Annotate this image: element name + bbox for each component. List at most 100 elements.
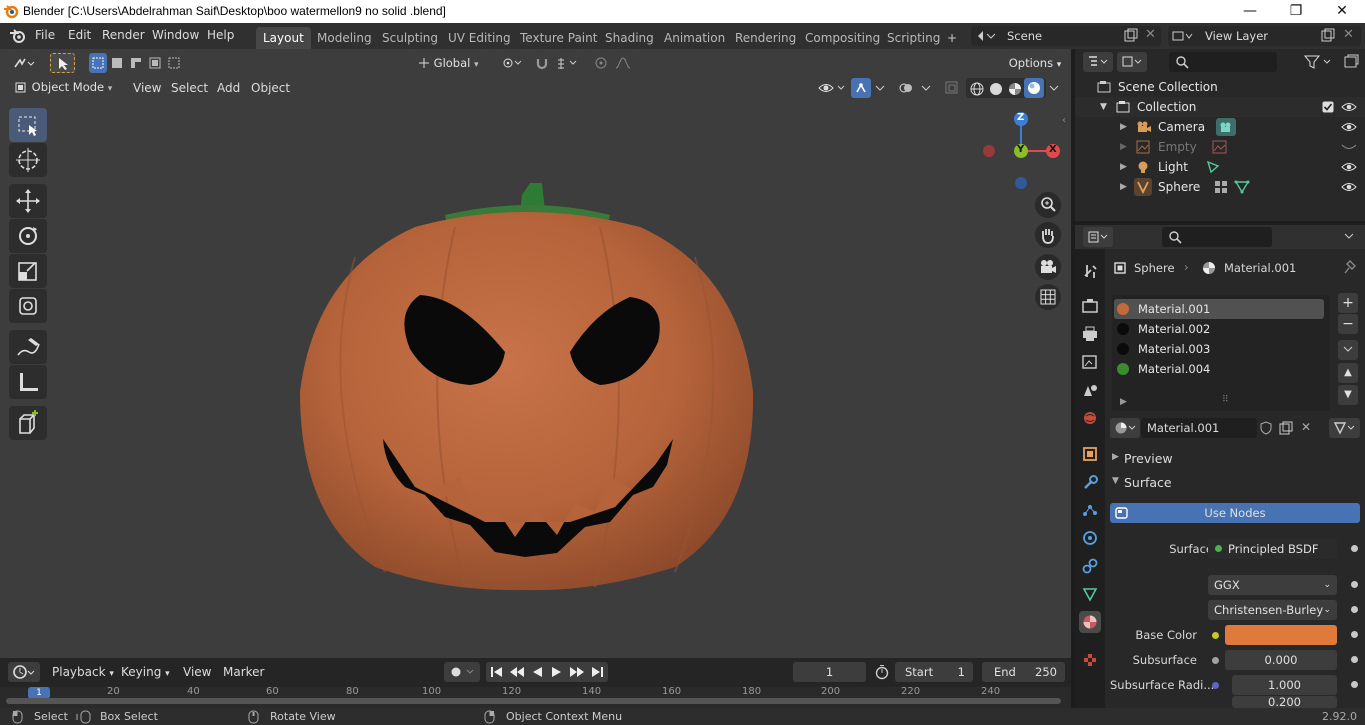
tool-measure[interactable]: [9, 365, 47, 399]
surface-panel-header[interactable]: ▼ Surface: [1106, 472, 1365, 494]
properties-editor-type-button[interactable]: [1083, 227, 1113, 247]
menu-render[interactable]: Render: [102, 28, 145, 42]
chevron-down-icon[interactable]: [920, 84, 932, 92]
blender-menu-icon[interactable]: [9, 28, 27, 44]
tab-modifiers[interactable]: [1079, 471, 1101, 493]
jump-keyframe-back-icon[interactable]: [509, 666, 525, 678]
expand-arrow-icon[interactable]: ▶: [1120, 157, 1127, 177]
display-mode-button[interactable]: [1117, 52, 1147, 72]
subsurface-method-dropdown[interactable]: Christensen-Burley ⌄: [1208, 600, 1337, 620]
remove-material-slot-button[interactable]: −: [1338, 314, 1358, 334]
stopwatch-icon[interactable]: [874, 664, 890, 680]
filter-icon[interactable]: [1303, 54, 1333, 70]
base-color-swatch[interactable]: [1225, 625, 1337, 645]
tab-tool[interactable]: [1079, 260, 1101, 282]
animate-property-icon[interactable]: [1351, 581, 1358, 588]
menu-help[interactable]: Help: [207, 28, 234, 42]
overlay-toggle-button[interactable]: [896, 78, 916, 98]
tab-modeling[interactable]: Modeling: [310, 27, 379, 49]
jump-start-icon[interactable]: [490, 666, 504, 678]
mode-subtract-button[interactable]: [127, 53, 145, 73]
subsurface-radius-y-field[interactable]: 0.200: [1232, 696, 1337, 708]
tab-compositing[interactable]: Compositing: [798, 27, 887, 49]
material-name-field[interactable]: Material.001: [1141, 418, 1257, 438]
mode-extend-button[interactable]: [108, 53, 126, 73]
sidebar-toggle-icon[interactable]: ‹: [1062, 115, 1071, 133]
snap-toggle-button[interactable]: [532, 53, 552, 73]
tool-select-box[interactable]: [9, 108, 47, 142]
checkbox-checked-icon[interactable]: [1322, 101, 1334, 113]
auto-keying-button[interactable]: [444, 662, 480, 682]
tool-rotate[interactable]: [9, 219, 47, 253]
subsurface-radius-x-field[interactable]: 1.000: [1232, 675, 1337, 695]
menu-edit[interactable]: Edit: [68, 28, 91, 42]
add-workspace-button[interactable]: +: [940, 27, 964, 49]
new-scene-icon[interactable]: [1124, 28, 1138, 42]
end-frame-field[interactable]: End 250: [982, 662, 1065, 682]
material-slot-item[interactable]: Material.001: [1116, 299, 1326, 319]
outliner-row-empty[interactable]: ▶ Empty: [1075, 137, 1365, 157]
pumpkin-model[interactable]: [295, 177, 760, 597]
snap-target-button[interactable]: [552, 53, 584, 73]
expand-arrow-icon[interactable]: ▼: [1100, 97, 1107, 117]
gizmo-toggle-button[interactable]: [851, 78, 871, 98]
tool-move[interactable]: [9, 184, 47, 218]
play-icon[interactable]: [550, 666, 564, 678]
tab-constraints[interactable]: [1079, 555, 1101, 577]
material-slot-item[interactable]: Material.002: [1116, 319, 1326, 339]
browse-material-button[interactable]: [1110, 418, 1140, 438]
play-reverse-icon[interactable]: [530, 666, 544, 678]
tab-rendering[interactable]: Rendering: [728, 27, 803, 49]
tool-transform[interactable]: [9, 289, 47, 323]
menu-window[interactable]: Window: [152, 28, 199, 42]
chevron-down-icon[interactable]: [1343, 232, 1355, 240]
jump-keyframe-forward-icon[interactable]: [569, 666, 585, 678]
timeline-scrollbar[interactable]: [6, 698, 1061, 704]
use-nodes-button[interactable]: Use Nodes: [1110, 503, 1360, 523]
duplicate-material-icon[interactable]: [1279, 421, 1293, 435]
start-frame-field[interactable]: Start 1: [895, 662, 973, 682]
menu-file[interactable]: File: [35, 28, 55, 42]
mode-intersect-button[interactable]: [165, 53, 183, 73]
fake-user-shield-icon[interactable]: [1259, 421, 1273, 435]
viewport-menu-select[interactable]: Select: [171, 81, 208, 103]
eye-icon[interactable]: [1341, 121, 1357, 133]
distribution-dropdown[interactable]: GGX ⌄: [1208, 575, 1337, 595]
chevron-down-icon[interactable]: [1048, 84, 1060, 92]
expand-arrow-icon[interactable]: ▶: [1120, 137, 1127, 157]
pivot-point-button[interactable]: [497, 53, 527, 73]
tool-cursor[interactable]: [9, 143, 47, 177]
animate-property-icon[interactable]: [1351, 545, 1358, 552]
expand-arrow-icon[interactable]: ▶: [1120, 397, 1127, 407]
add-material-slot-button[interactable]: +: [1338, 293, 1358, 313]
properties-search-input[interactable]: [1162, 227, 1272, 247]
editor-type-button[interactable]: [8, 53, 40, 73]
outliner-row-scene-collection[interactable]: Scene Collection: [1075, 77, 1365, 97]
material-specials-button[interactable]: [1338, 340, 1358, 360]
tab-world[interactable]: [1079, 407, 1101, 429]
tab-object-data[interactable]: [1079, 583, 1101, 605]
tab-shading[interactable]: Shading: [598, 27, 661, 49]
object-mode-dropdown[interactable]: Object Mode ▾: [8, 77, 120, 97]
pin-icon[interactable]: [1343, 260, 1357, 276]
tab-particles[interactable]: [1079, 499, 1101, 521]
move-slot-down-button[interactable]: ▼: [1338, 385, 1358, 405]
wireframe-shading-icon[interactable]: [969, 81, 985, 97]
options-dropdown[interactable]: Options ▾: [1005, 53, 1065, 73]
animate-property-icon[interactable]: [1351, 681, 1358, 688]
expand-arrow-icon[interactable]: ▶: [1120, 177, 1127, 197]
solid-shading-icon[interactable]: [988, 81, 1004, 97]
timeline-menu-playback[interactable]: Playback ▾: [52, 665, 114, 687]
eye-icon[interactable]: [1341, 181, 1357, 193]
resize-handle-icon[interactable]: ⠿: [1222, 395, 1229, 405]
material-slot-item[interactable]: Material.004: [1116, 359, 1326, 379]
outliner-row-collection[interactable]: ▼ Collection: [1075, 97, 1365, 117]
new-collection-icon[interactable]: [1343, 54, 1359, 70]
close-window-button[interactable]: ✕: [1319, 0, 1365, 23]
pan-button[interactable]: [1035, 222, 1061, 248]
tool-scale[interactable]: [9, 254, 47, 288]
material-slot-item[interactable]: Material.003: [1116, 339, 1326, 359]
jump-end-icon[interactable]: [590, 666, 604, 678]
eye-closed-icon[interactable]: [1341, 142, 1357, 152]
tab-view-layer[interactable]: [1079, 351, 1101, 373]
